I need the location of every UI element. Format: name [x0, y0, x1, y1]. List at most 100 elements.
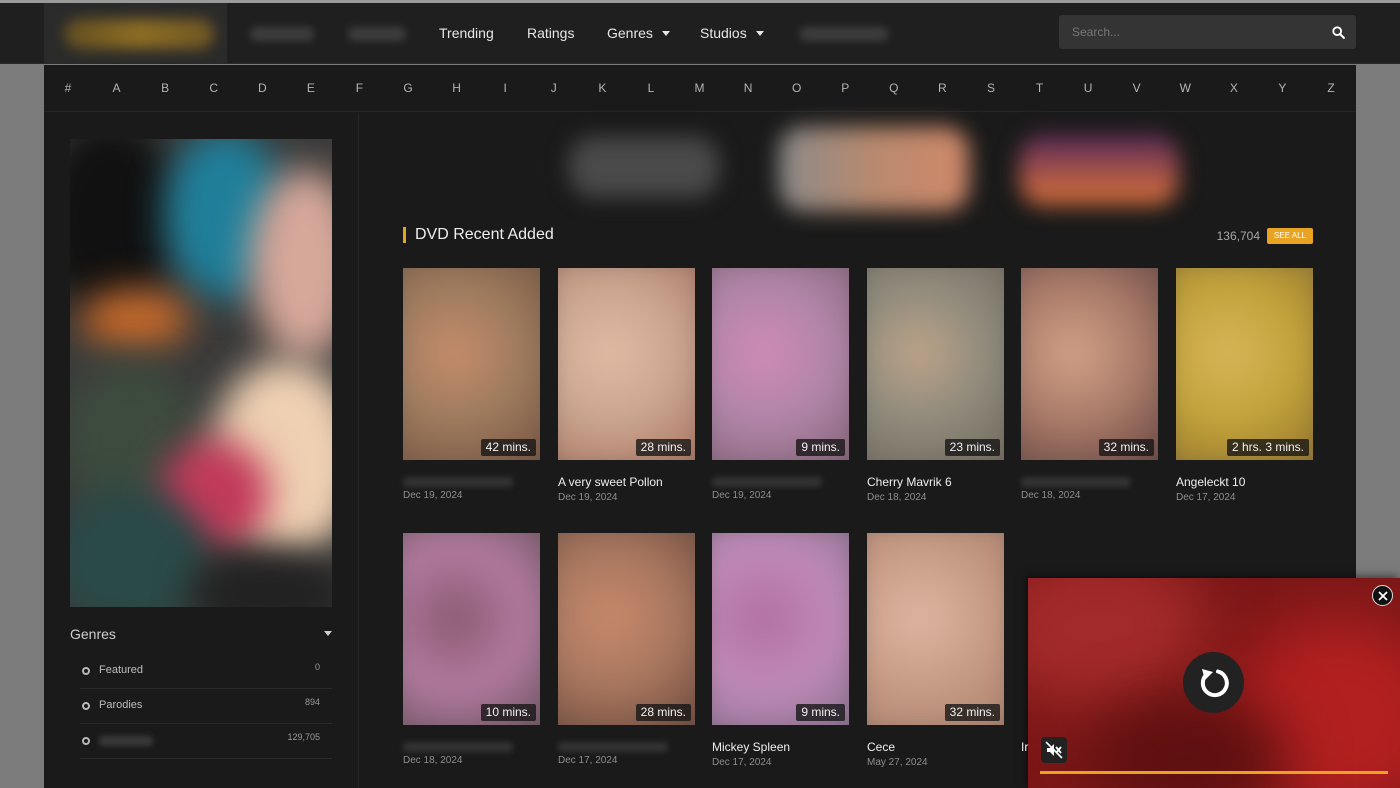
nav-item-blurred-3[interactable] — [800, 27, 888, 41]
video-thumbnail[interactable]: 23 mins. — [867, 268, 1004, 460]
mute-button[interactable] — [1041, 737, 1067, 763]
alphabet-filter-f[interactable]: F — [344, 65, 374, 112]
replay-button[interactable] — [1183, 652, 1244, 713]
ad-banner-2[interactable] — [779, 127, 969, 211]
video-duration-badge: 10 mins. — [480, 704, 536, 721]
alphabet-filter-e[interactable]: E — [296, 65, 326, 112]
ad-banner-1[interactable] — [569, 137, 719, 197]
genre-name: Featured — [99, 664, 144, 676]
ad-strip — [359, 113, 1356, 225]
alphabet-filter-y[interactable]: Y — [1267, 65, 1297, 112]
alphabet-filter-u[interactable]: U — [1073, 65, 1103, 112]
video-date: Dec 19, 2024 — [712, 490, 772, 501]
thumbnail-image — [558, 268, 695, 460]
navbar: Trending Ratings Genres Studios — [0, 3, 1400, 64]
video-thumbnail[interactable]: 32 mins. — [867, 533, 1004, 725]
video-thumbnail[interactable]: 2 hrs. 3 mins. — [1176, 268, 1313, 460]
video-title-blurred[interactable] — [403, 477, 513, 487]
nav-label: Trending — [439, 25, 494, 41]
video-thumbnail[interactable]: 32 mins. — [1021, 268, 1158, 460]
video-title[interactable]: Cece — [867, 740, 895, 754]
alphabet-filter-h[interactable]: H — [442, 65, 472, 112]
caret-down-icon — [755, 31, 764, 36]
video-title[interactable]: Cherry Mavrik 6 — [867, 475, 952, 489]
alphabet-filter-c[interactable]: C — [199, 65, 229, 112]
nav-item-trending[interactable]: Trending — [439, 3, 494, 64]
alphabet-filter-o[interactable]: O — [782, 65, 812, 112]
genres-title: Genres — [70, 626, 116, 642]
video-title-blurred[interactable] — [1021, 477, 1131, 487]
video-popup-player[interactable] — [1028, 578, 1400, 788]
alphabet-filter-k[interactable]: K — [587, 65, 617, 112]
genre-name: Parodies — [99, 699, 143, 711]
search-button[interactable] — [1320, 15, 1356, 49]
video-date: Dec 18, 2024 — [1021, 490, 1081, 501]
video-date: Dec 18, 2024 — [403, 755, 463, 766]
nav-item-ratings[interactable]: Ratings — [527, 3, 574, 64]
video-duration-badge: 23 mins. — [944, 439, 1000, 456]
close-popup-button[interactable] — [1372, 585, 1393, 606]
video-thumbnail[interactable]: 28 mins. — [558, 268, 695, 460]
alphabet-filter-t[interactable]: T — [1025, 65, 1055, 112]
thumbnail-image — [867, 533, 1004, 725]
alphabet-filter-r[interactable]: R — [927, 65, 957, 112]
video-thumbnail[interactable]: 10 mins. — [403, 533, 540, 725]
video-title[interactable]: A very sweet Pollon — [558, 475, 663, 489]
caret-down-icon — [324, 631, 332, 636]
nav-item-genres[interactable]: Genres — [607, 3, 670, 64]
nav-label: Genres — [607, 25, 653, 41]
close-icon — [1377, 590, 1388, 601]
video-title[interactable]: Mickey Spleen — [712, 740, 790, 754]
site-logo[interactable] — [44, 3, 227, 64]
alphabet-filter-q[interactable]: Q — [879, 65, 909, 112]
alphabet-filter-p[interactable]: P — [830, 65, 860, 112]
video-thumbnail[interactable]: 28 mins. — [558, 533, 695, 725]
video-date: Dec 17, 2024 — [712, 757, 772, 768]
video-duration-badge: 28 mins. — [635, 439, 691, 456]
mute-icon — [1045, 741, 1063, 759]
alphabet-filter-z[interactable]: Z — [1316, 65, 1346, 112]
sidebar-ad-banner[interactable] — [70, 139, 332, 607]
alphabet-filter-b[interactable]: B — [150, 65, 180, 112]
alphabet-filter-m[interactable]: M — [685, 65, 715, 112]
video-title-blurred[interactable] — [712, 477, 822, 487]
alphabet-filter-x[interactable]: X — [1219, 65, 1249, 112]
video-title-blurred[interactable] — [558, 742, 668, 752]
video-thumbnail[interactable]: 9 mins. — [712, 533, 849, 725]
alphabet-filter-n[interactable]: N — [733, 65, 763, 112]
alphabet-filter-d[interactable]: D — [247, 65, 277, 112]
nav-item-studios[interactable]: Studios — [700, 3, 764, 64]
video-frame-shape — [1028, 578, 1208, 708]
genres-toggle[interactable]: Genres — [70, 619, 332, 649]
alphabet-filter-a[interactable]: A — [102, 65, 132, 112]
video-title[interactable]: Angeleckt 10 — [1176, 475, 1245, 489]
thumbnail-image — [712, 268, 849, 460]
alphabet-filter-l[interactable]: L — [636, 65, 666, 112]
see-all-button[interactable]: SEE ALL — [1266, 228, 1313, 244]
alphabet-filter-g[interactable]: G — [393, 65, 423, 112]
alphabet-filter-w[interactable]: W — [1170, 65, 1200, 112]
video-title-blurred[interactable] — [403, 742, 513, 752]
genre-item-blurred[interactable]: 129,705 — [80, 724, 332, 759]
alphabet-filter-hash[interactable]: # — [53, 65, 83, 112]
alphabet-filter-i[interactable]: I — [490, 65, 520, 112]
banner-shape — [190, 549, 332, 607]
video-thumbnail[interactable]: 9 mins. — [712, 268, 849, 460]
replay-icon — [1200, 668, 1229, 697]
video-date: Dec 19, 2024 — [558, 492, 618, 503]
sidebar: Genres Featured 0 Parodies 894 129,705 — [44, 113, 359, 788]
video-thumbnail[interactable]: 42 mins. — [403, 268, 540, 460]
ad-banner-3[interactable] — [1019, 135, 1179, 205]
video-progress-bar[interactable] — [1040, 771, 1388, 774]
genre-item-featured[interactable]: Featured 0 — [80, 654, 332, 689]
thumbnail-image — [1176, 268, 1313, 460]
nav-item-blurred-2[interactable] — [348, 27, 406, 41]
alphabet-filter-s[interactable]: S — [976, 65, 1006, 112]
nav-item-blurred-1[interactable] — [250, 27, 314, 41]
alphabet-filter-j[interactable]: J — [539, 65, 569, 112]
search-input[interactable] — [1059, 15, 1321, 49]
circle-bullet-icon — [82, 667, 90, 675]
genre-item-parodies[interactable]: Parodies 894 — [80, 689, 332, 724]
alphabet-filter-v[interactable]: V — [1122, 65, 1152, 112]
alphabet-filter-bar: # A B C D E F G H I J K L M N O P Q R S T U V W X Y Z — [44, 65, 1356, 112]
